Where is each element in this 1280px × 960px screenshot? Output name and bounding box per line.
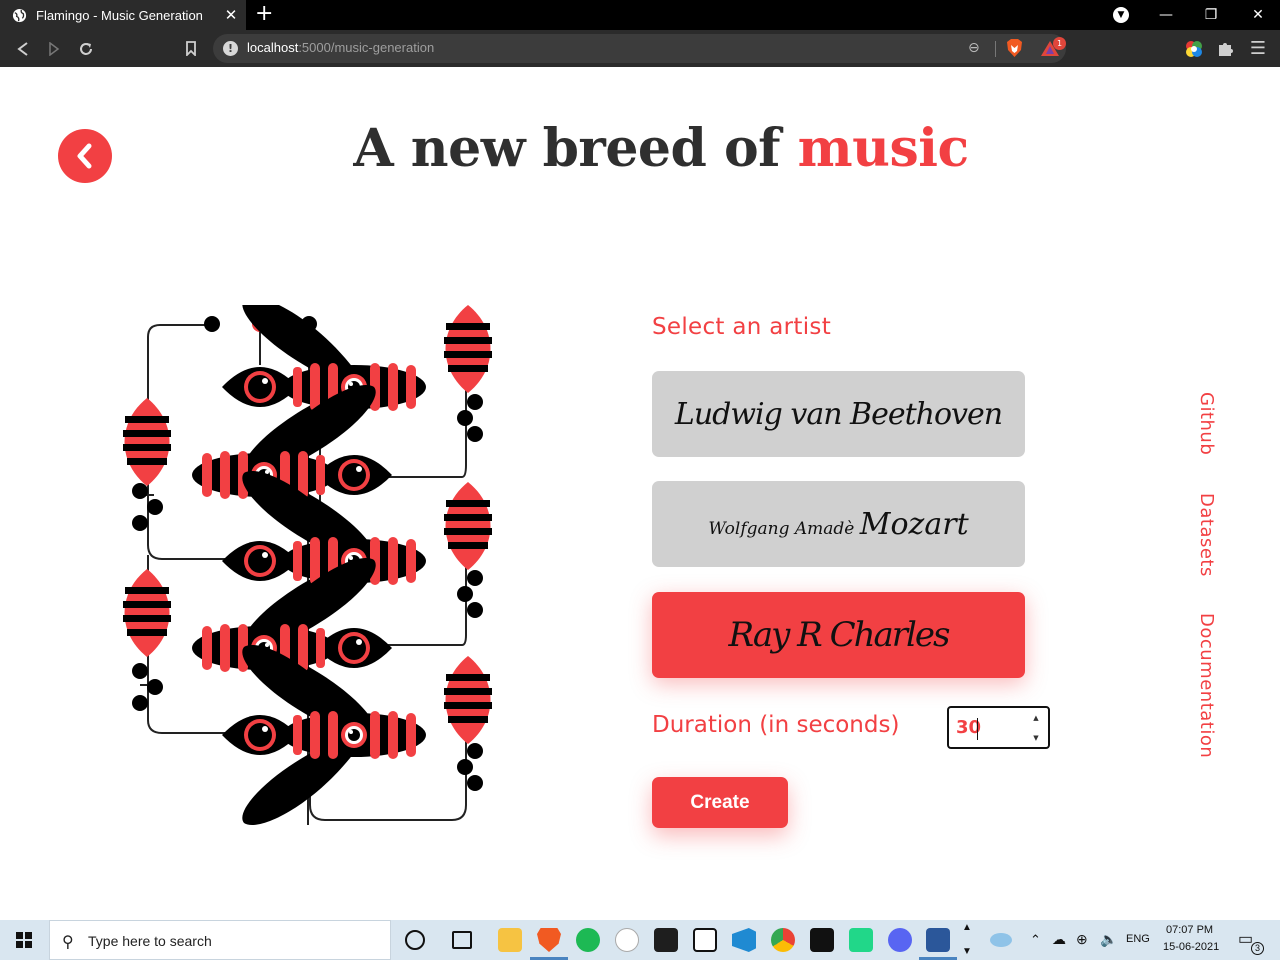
close-window-icon[interactable]: ✕ [1236, 0, 1280, 30]
taskbar-search-input[interactable]: ⚲ Type here to search [49, 920, 391, 960]
pycharm-icon[interactable] [849, 928, 873, 952]
stepper-up-icon[interactable]: ▲ [1033, 714, 1038, 722]
language-indicator[interactable]: ENG [1126, 933, 1150, 945]
create-button[interactable]: Create [652, 777, 788, 828]
duration-input[interactable]: 30 ▲ ▼ [947, 706, 1050, 749]
volume-icon[interactable]: 🔈 [1100, 931, 1117, 948]
spotify-icon[interactable] [576, 928, 600, 952]
weather-icon[interactable] [990, 933, 1012, 947]
omnibox-divider [995, 41, 996, 57]
restore-icon[interactable]: ❐ [1189, 0, 1233, 30]
select-artist-label: Select an artist [652, 314, 832, 340]
minimize-icon[interactable]: — [1144, 0, 1188, 30]
search-placeholder: Type here to search [88, 933, 212, 949]
page-title-accent: music [797, 118, 970, 179]
clock-date[interactable]: 15-06-2021 [1163, 941, 1219, 953]
new-tab-button[interactable]: + [255, 3, 273, 25]
zoom-icon[interactable]: ⊖ [968, 40, 980, 56]
address-bar[interactable]: ! localhost:5000/music-generation ⊖ 1 [213, 34, 1066, 63]
artist-card-mozart[interactable]: Wolfgang Amadè Mozart [652, 481, 1025, 567]
brave-shields-icon[interactable] [1006, 39, 1023, 58]
duration-stepper[interactable]: ▲ ▼ [1030, 714, 1042, 742]
word-icon[interactable] [926, 928, 950, 952]
taskbar-scroll-up-icon[interactable]: ▲ [962, 922, 972, 933]
browser-toolbar: ! localhost:5000/music-generation ⊖ 1 ☰ [0, 30, 1280, 67]
text-caret [977, 718, 978, 740]
globe-icon [12, 8, 27, 22]
chrome-icon[interactable] [771, 928, 795, 952]
tray-overflow-icon[interactable]: ⌃ [1030, 932, 1041, 948]
mozart-signature: Wolfgang Amadè Mozart [708, 506, 969, 542]
taskbar-scroll-down-icon[interactable]: ▼ [962, 946, 972, 957]
back-nav-icon[interactable] [8, 30, 38, 67]
site-info-icon[interactable]: ! [223, 41, 238, 56]
figma-icon[interactable] [654, 928, 678, 952]
download-icon[interactable]: ▼ [1113, 7, 1129, 23]
rewards-badge: 1 [1053, 37, 1066, 50]
bookmark-icon[interactable] [176, 30, 206, 67]
vscode-icon[interactable] [732, 928, 756, 952]
color-extension-icon[interactable] [1184, 39, 1204, 59]
duration-label: Duration (in seconds) [652, 712, 900, 738]
cortana-icon[interactable] [405, 930, 425, 950]
tab-close-icon[interactable]: ✕ [224, 6, 238, 24]
artist-card-ray-charles[interactable]: Ray R Charles [652, 592, 1025, 678]
windows-taskbar: ⚲ Type here to search ▲ ▼ ⌃ ☁ ⊕ 🔈 ENG 07… [0, 920, 1280, 960]
extensions-puzzle-icon[interactable] [1216, 39, 1236, 59]
brave-browser-icon[interactable] [537, 928, 561, 952]
tab-title: Flamingo - Music Generation [36, 7, 203, 23]
task-view-icon[interactable] [452, 931, 472, 949]
windows-start-icon[interactable] [0, 920, 48, 960]
file-explorer-icon[interactable] [498, 928, 522, 952]
page-title: A new breed of music [0, 118, 1280, 179]
datasets-link[interactable]: Datasets [1196, 493, 1217, 577]
clock-time[interactable]: 07:07 PM [1166, 924, 1213, 936]
page-title-main: A new breed of [353, 118, 798, 179]
browser-menu-icon[interactable]: ☰ [1243, 30, 1273, 67]
discord-icon[interactable] [888, 928, 912, 952]
stepper-down-icon[interactable]: ▼ [1033, 734, 1038, 742]
network-icon[interactable]: ⊕ [1076, 931, 1088, 948]
notion-icon[interactable] [693, 928, 717, 952]
artist-card-beethoven[interactable]: Ludwig van Beethoven [652, 371, 1025, 457]
ray-charles-signature: Ray R Charles [728, 615, 951, 655]
intellij-icon[interactable] [810, 928, 834, 952]
browser-tab-bar: Flamingo - Music Generation ✕ + ▼ — ❐ ✕ [0, 0, 1280, 30]
forward-nav-icon[interactable] [39, 30, 69, 67]
wps-icon[interactable] [615, 928, 639, 952]
browser-tab[interactable]: Flamingo - Music Generation ✕ [0, 0, 246, 30]
reload-icon[interactable] [71, 30, 101, 67]
notification-count: 3 [1251, 942, 1264, 955]
search-icon: ⚲ [62, 932, 74, 951]
onedrive-icon[interactable]: ☁ [1052, 931, 1066, 948]
url-text: localhost:5000/music-generation [247, 40, 435, 55]
github-link[interactable]: Github [1196, 392, 1217, 455]
documentation-link[interactable]: Documentation [1196, 613, 1217, 758]
bee-pattern-illustration [123, 305, 492, 826]
beethoven-signature: Ludwig van Beethoven [674, 396, 1003, 432]
